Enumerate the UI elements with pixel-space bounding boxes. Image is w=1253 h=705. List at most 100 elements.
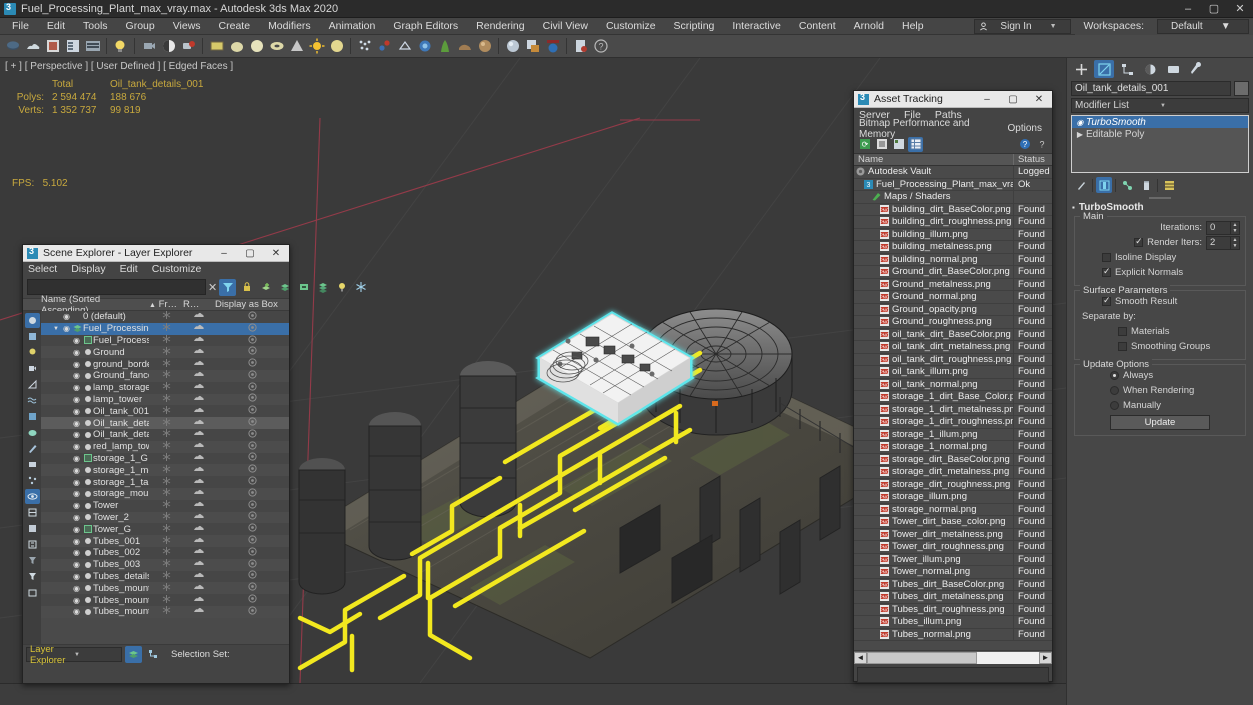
asset-row[interactable]: PNG Tubes_dirt_roughness.png Found <box>854 603 1052 616</box>
asset-row[interactable]: Autodesk Vault Logged <box>854 166 1052 179</box>
asset-row[interactable]: PNG oil_tank_dirt_BaseColor.png Found <box>854 328 1052 341</box>
visibility-eye-icon[interactable]: ◉ <box>71 525 82 534</box>
render-cell[interactable] <box>183 441 215 452</box>
display-as-box-cell[interactable] <box>215 511 289 523</box>
display-as-box-cell[interactable] <box>215 452 289 464</box>
layer-row[interactable]: ◉ Tubes_mount_001 <box>41 582 289 595</box>
tab-create[interactable] <box>1071 60 1091 78</box>
menu-item-customize[interactable]: Customize <box>152 263 210 275</box>
render-cell[interactable] <box>183 335 215 346</box>
menu-item-graph-editors[interactable]: Graph Editors <box>384 18 467 35</box>
frozen-cell[interactable] <box>149 346 183 358</box>
asset-row[interactable]: PNG oil_tank_illum.png Found <box>854 366 1052 379</box>
asset-row[interactable]: PNG Tower_illum.png Found <box>854 553 1052 566</box>
asset-row[interactable]: PNG building_normal.png Found <box>854 253 1052 266</box>
render-cell[interactable] <box>183 547 215 558</box>
layer-row[interactable]: ◉ lamp_tower <box>41 393 289 406</box>
asset-row[interactable]: PNG Tower_dirt_metalness.png Found <box>854 528 1052 541</box>
render-cell[interactable] <box>183 418 215 429</box>
frozen-cell[interactable] <box>149 323 183 334</box>
layer-row[interactable]: ◉ Tubes_003 <box>41 558 289 571</box>
visibility-eye-icon[interactable]: ◉ <box>71 371 82 380</box>
display-as-box-cell[interactable] <box>215 334 289 347</box>
modifier-list-dropdown[interactable]: Modifier List ▼ <box>1071 98 1249 113</box>
filter-geometry-icon[interactable] <box>25 329 40 344</box>
render-cell[interactable] <box>183 394 215 405</box>
spinner-arrows-icon[interactable]: ▲ ▼ <box>1230 236 1239 249</box>
display-as-box-cell[interactable] <box>215 441 289 453</box>
filter-shapes-icon[interactable] <box>25 409 40 424</box>
object-name-field[interactable]: Oil_tank_details_001 <box>1071 81 1231 96</box>
render-cell[interactable] <box>183 465 215 476</box>
visibility-eye-icon[interactable]: ◉ <box>71 537 82 546</box>
filter-helpers-icon[interactable] <box>25 377 40 392</box>
display-as-box-cell[interactable] <box>215 570 289 582</box>
frozen-cell[interactable] <box>149 358 183 370</box>
asset-row[interactable]: PNG storage_1_illum.png Found <box>854 428 1052 441</box>
asset-row[interactable]: PNG building_dirt_roughness.png Found <box>854 216 1052 229</box>
asset-tracking-maximize-button[interactable]: ▢ <box>1000 91 1026 108</box>
visibility-eye-icon[interactable] <box>24 489 40 504</box>
layer-row[interactable]: ◉ Tower_2 <box>41 511 289 524</box>
frozen-cell[interactable] <box>149 547 183 558</box>
menu-item-tools[interactable]: Tools <box>74 18 117 35</box>
render-cell[interactable] <box>183 606 215 617</box>
visibility-eye-icon[interactable]: ◉ <box>71 466 82 475</box>
visibility-eye-icon[interactable]: ◉ <box>71 596 82 605</box>
materials-checkbox[interactable] <box>1118 327 1127 336</box>
asset-row[interactable]: PNG storage_illum.png Found <box>854 491 1052 504</box>
render-cell[interactable] <box>183 571 215 582</box>
list-view-icon[interactable] <box>874 137 889 152</box>
daylight-icon[interactable] <box>327 37 346 56</box>
asset-row[interactable]: PNG Tubes_illum.png Found <box>854 616 1052 629</box>
smooth-result-checkbox[interactable] <box>1102 295 1111 306</box>
layer-row[interactable]: ◉ Ground_fance <box>41 369 289 382</box>
help-icon[interactable]: ? <box>591 37 610 56</box>
column-header-display-as-box[interactable]: Display as Box <box>215 299 289 310</box>
configure-modifier-sets-icon[interactable] <box>1161 177 1177 193</box>
update-when-rendering-radio[interactable] <box>1110 386 1119 395</box>
asset-tracking-list[interactable]: Autodesk Vault Logged 3 Fuel_Processing_Pla… <box>854 166 1052 650</box>
hierarchy-mode-icon[interactable] <box>145 646 162 663</box>
asset-row[interactable]: 3 Fuel_Processing_Plant_max_vray.max Ok <box>854 178 1052 191</box>
layer-row[interactable]: ◉ 0 (default) <box>41 311 289 323</box>
asset-row[interactable]: PNG storage_1_normal.png Found <box>854 441 1052 454</box>
display-as-box-cell[interactable] <box>215 346 289 358</box>
visibility-eye-icon[interactable]: ◉ <box>71 584 82 593</box>
visibility-eye-icon[interactable]: ◉ <box>71 501 82 510</box>
display-as-box-cell[interactable] <box>215 476 289 488</box>
filter-funnel-icon[interactable] <box>219 278 237 296</box>
frozen-cell[interactable] <box>149 570 183 582</box>
asset-tracking-window[interactable]: Asset Tracking – ▢ ✕ Server File Paths B… <box>853 90 1053 683</box>
column-view-icon[interactable] <box>25 521 40 536</box>
object-color-swatch[interactable] <box>1234 81 1249 96</box>
frozen-cell[interactable] <box>149 476 183 488</box>
visibility-eye-icon[interactable]: ◉ <box>71 348 82 357</box>
tab-utilities[interactable] <box>1186 60 1206 78</box>
display-as-box-cell[interactable] <box>215 535 289 547</box>
column-header-name[interactable]: Name <box>854 154 1014 165</box>
layer-row[interactable]: ◉ Tower_G <box>41 523 289 536</box>
asset-row[interactable]: PNG Tower_dirt_base_color.png Found <box>854 516 1052 529</box>
workspace-dropdown[interactable]: Default ▼ <box>1157 18 1249 34</box>
render-setup-icon[interactable] <box>159 37 178 56</box>
layer-row[interactable]: ◉ Oil_tank_details_001 <box>41 417 289 429</box>
display-as-box-cell[interactable] <box>215 594 289 606</box>
sphere-primitive-icon[interactable] <box>227 37 246 56</box>
menu-item-arnold[interactable]: Arnold <box>845 18 893 35</box>
layer-row[interactable]: ◉ Oil_tank_001 <box>41 405 289 418</box>
select-region-icon[interactable] <box>83 37 102 56</box>
visibility-eye-icon[interactable]: ◉ <box>71 513 82 522</box>
minimize-button[interactable]: – <box>1175 0 1201 18</box>
display-as-box-cell[interactable] <box>215 393 289 405</box>
asset-row[interactable]: PNG Tubes_dirt_metalness.png Found <box>854 591 1052 604</box>
filter-particles-icon[interactable] <box>25 473 40 488</box>
display-as-box-cell[interactable] <box>215 464 289 476</box>
display-as-box-cell[interactable] <box>215 370 289 382</box>
material-editor-icon[interactable] <box>503 37 522 56</box>
layer-mode-icon[interactable] <box>125 646 142 663</box>
visibility-eye-icon[interactable]: ◉ <box>71 383 82 392</box>
scene-explorer-layer-list[interactable]: ◉0 (default)▼◉Fuel_Processing_Plant◉Fuel… <box>41 311 289 644</box>
asset-row[interactable]: PNG Tubes_normal.png Found <box>854 628 1052 641</box>
menu-item-options[interactable]: Options <box>1008 123 1042 134</box>
